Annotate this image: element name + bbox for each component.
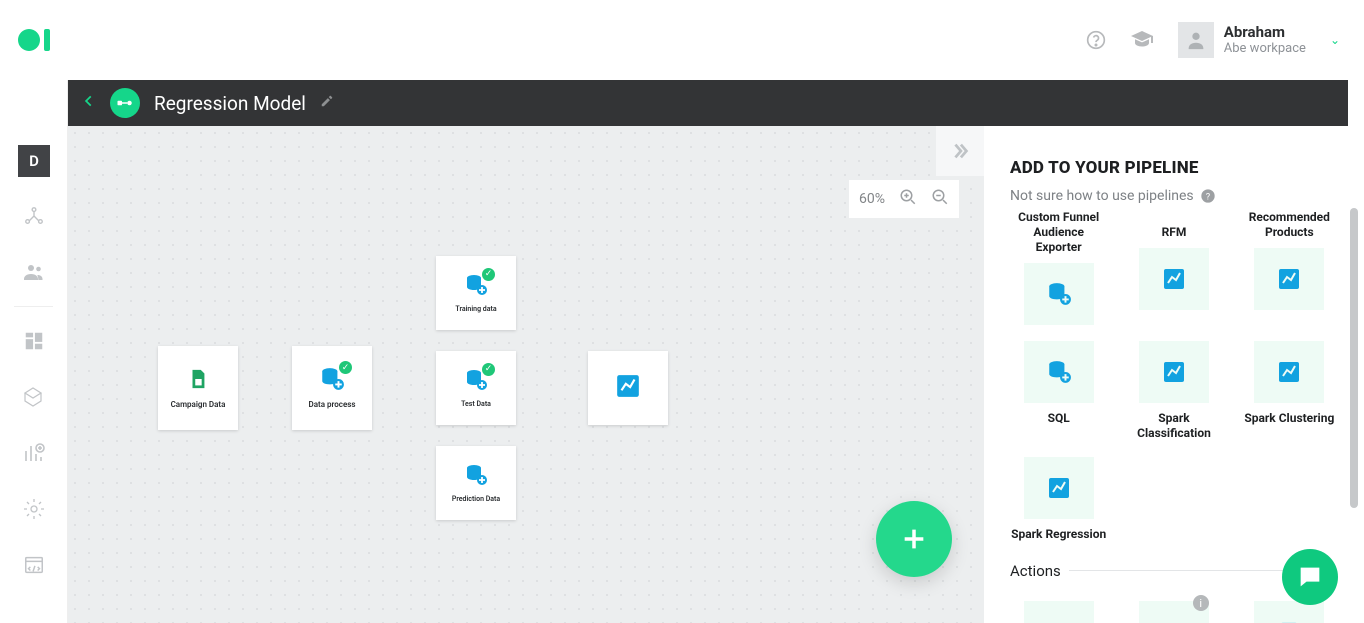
node-data-process[interactable]: ✓ Data process	[292, 346, 372, 430]
node-label: Prediction Data	[452, 495, 500, 503]
workspace-name: Abe workpace	[1224, 41, 1306, 57]
tile-rfm[interactable]: RFM	[1125, 210, 1222, 325]
tile-label: Spark Classification	[1125, 411, 1222, 441]
help-icon[interactable]	[1084, 28, 1108, 52]
tile-recommended-products[interactable]: Recommended Products	[1241, 210, 1338, 325]
chart-icon	[1254, 341, 1324, 403]
rail-nav-1[interactable]	[0, 188, 68, 244]
pipeline-canvas[interactable]: Campaign Data ✓ Data process ✓ Training …	[68, 126, 1364, 623]
tile-label: Custom Funnel Audience Exporter	[1010, 210, 1107, 255]
app-logo[interactable]	[18, 29, 50, 51]
panel-hint-text: Not sure how to use pipelines	[1010, 188, 1194, 204]
node-prediction-data[interactable]: Prediction Data	[436, 446, 516, 520]
node-label: Campaign Data	[171, 400, 226, 409]
tile-spark-classification[interactable]: Spark Classification	[1125, 341, 1222, 441]
zoom-value: 60%	[859, 191, 885, 207]
rail-nav-5[interactable]	[0, 425, 68, 481]
rail-nav-7[interactable]	[0, 537, 68, 593]
zoom-in-icon[interactable]	[899, 188, 917, 210]
tile-label: Recommended Products	[1241, 210, 1338, 240]
user-menu[interactable]: Abraham Abe workpace ⌄	[1178, 22, 1340, 58]
zoom-control: 60%	[849, 180, 959, 218]
database-plus-icon	[464, 463, 488, 491]
node-training-data[interactable]: ✓ Training data	[436, 256, 516, 330]
rail-nav-4[interactable]	[0, 369, 68, 425]
tile-custom-funnel[interactable]: Custom Funnel Audience Exporter	[1010, 210, 1107, 325]
info-badge-icon: i	[1193, 595, 1209, 611]
zoom-out-icon[interactable]	[931, 188, 949, 210]
pipeline-icon	[110, 88, 140, 118]
action-tile-grid[interactable]: i	[1125, 601, 1222, 623]
rail-nav-2[interactable]	[0, 244, 68, 300]
pipeline-wires	[68, 126, 368, 276]
avatar	[1178, 22, 1214, 58]
chart-icon	[1139, 248, 1209, 310]
database-plus-icon: ✓	[319, 366, 345, 396]
tile-spark-regression[interactable]: Spark Regression	[1010, 457, 1107, 542]
node-test-data[interactable]: ✓ Test Data	[436, 351, 516, 425]
section-label: Actions	[1010, 562, 1061, 580]
database-plus-icon	[1024, 263, 1094, 325]
collapse-panel-icon[interactable]	[936, 126, 984, 176]
node-output-chart[interactable]	[588, 351, 668, 425]
left-rail: D	[0, 80, 68, 623]
graduation-icon[interactable]	[1130, 28, 1154, 52]
node-label: Data process	[309, 400, 356, 409]
edit-title-icon[interactable]	[320, 94, 334, 112]
sheet-icon	[187, 366, 209, 396]
user-name: Abraham	[1224, 23, 1306, 41]
node-label: Test Data	[461, 400, 491, 408]
node-label: Training data	[455, 305, 496, 313]
back-button[interactable]	[82, 90, 96, 117]
database-plus-icon: ✓	[464, 368, 488, 396]
panel-scrollbar[interactable]	[1350, 208, 1358, 508]
project-badge[interactable]: D	[18, 145, 50, 177]
rail-nav-6[interactable]	[0, 481, 68, 537]
chart-icon	[1254, 248, 1324, 310]
code-icon	[1024, 601, 1094, 623]
add-node-fab[interactable]	[876, 501, 952, 577]
status-ok-icon: ✓	[482, 268, 495, 281]
tile-label: SQL	[1048, 411, 1070, 426]
chat-launcher[interactable]	[1282, 549, 1338, 605]
database-plus-icon: ✓	[464, 273, 488, 301]
action-tile-facebook[interactable]	[1241, 601, 1338, 623]
chart-icon	[615, 373, 641, 403]
page-title: Regression Model	[154, 92, 306, 115]
svg-text:?: ?	[1205, 191, 1210, 202]
title-strip: Regression Model	[68, 80, 1348, 126]
status-ok-icon: ✓	[482, 363, 495, 376]
action-tile-code[interactable]	[1010, 601, 1107, 623]
help-icon: ?	[1200, 188, 1216, 204]
rail-nav-3[interactable]	[0, 313, 68, 369]
tile-spark-clustering[interactable]: Spark Clustering	[1241, 341, 1338, 441]
chart-icon	[1139, 341, 1209, 403]
status-ok-icon: ✓	[339, 361, 352, 374]
tile-label: RFM	[1162, 210, 1187, 240]
tile-label: Spark Clustering	[1244, 411, 1334, 426]
database-plus-icon	[1024, 341, 1094, 403]
tile-label: Spark Regression	[1011, 527, 1106, 542]
panel-title: ADD TO YOUR PIPELINE	[1010, 158, 1338, 178]
chart-icon	[1024, 457, 1094, 519]
chevron-down-icon[interactable]: ⌄	[1330, 33, 1340, 47]
tile-sql[interactable]: SQL	[1010, 341, 1107, 441]
panel-hint[interactable]: Not sure how to use pipelines ?	[1010, 188, 1338, 204]
node-campaign-data[interactable]: Campaign Data	[158, 346, 238, 430]
topbar: Abraham Abe workpace ⌄	[0, 0, 1364, 80]
